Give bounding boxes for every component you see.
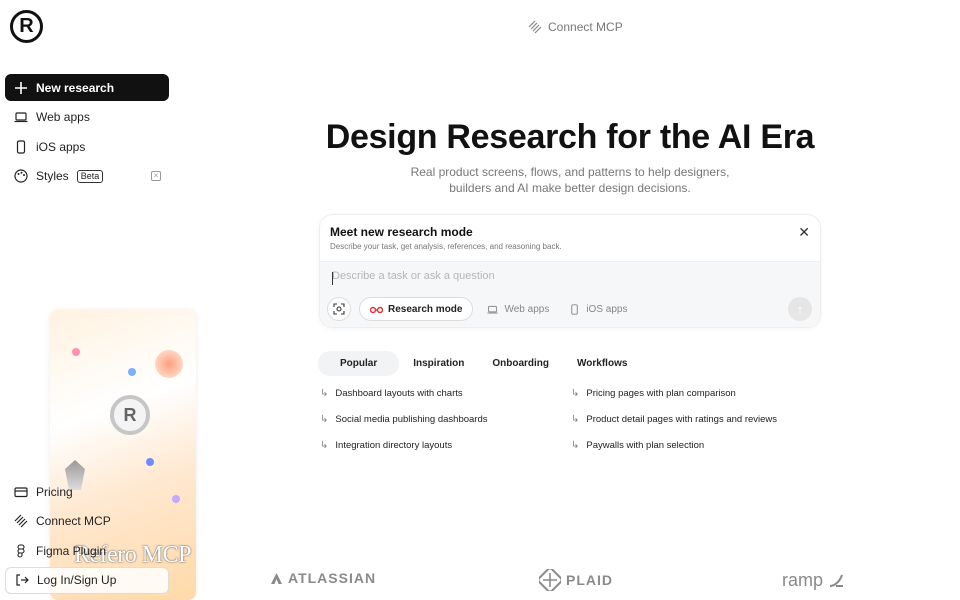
return-arrow-icon: ↳ [320, 388, 329, 399]
palette-icon [14, 169, 28, 183]
mcp-icon [528, 20, 542, 34]
decorative-blob [155, 350, 183, 378]
suggestion-item[interactable]: ↳ Dashboard layouts with charts [320, 388, 463, 399]
sidebar-item-label: Pricing [36, 484, 73, 499]
subtitle-line: builders and AI make better design decis… [449, 181, 691, 195]
brand-name: ramp [782, 570, 824, 590]
atlassian-icon [271, 572, 282, 584]
suggestion-label: Social media publishing dashboards [335, 414, 488, 425]
suggestion-tabs: Popular Inspiration Onboarding Workflows [318, 351, 641, 376]
ios-apps-chip[interactable]: iOS apps [563, 304, 633, 315]
sidebar-item-label: Log In/Sign Up [37, 573, 117, 587]
page-subtitle: Real product screens, flows, and pattern… [400, 164, 740, 196]
suggestion-item[interactable]: ↳ Pricing pages with plan comparison [571, 388, 736, 399]
sidebar-item-pricing[interactable]: Pricing [5, 478, 169, 505]
tab-onboarding[interactable]: Onboarding [478, 351, 563, 376]
login-icon [16, 574, 29, 586]
tab-workflows[interactable]: Workflows [563, 351, 641, 376]
card-icon [14, 486, 28, 497]
laptop-icon [14, 112, 28, 123]
chip-label: Web apps [504, 303, 550, 315]
decorative-dot [72, 348, 80, 356]
card-title: Meet new research mode [330, 225, 473, 239]
return-arrow-icon: ↳ [320, 414, 329, 425]
logo-glyph: R [19, 15, 34, 37]
top-connect-mcp-link[interactable]: Connect MCP [528, 20, 623, 34]
ramp-logo: ramp [782, 570, 844, 591]
card-description: Describe your task, get analysis, refere… [330, 242, 562, 251]
sidebar-item-figma-plugin[interactable]: Figma Plugin [5, 537, 169, 564]
return-arrow-icon: ↳ [571, 414, 580, 425]
web-apps-chip[interactable]: Web apps [481, 304, 555, 315]
sidebar-item-label: Figma Plugin [36, 543, 107, 558]
suggestion-label: Paywalls with plan selection [586, 440, 705, 451]
suggestion-label: Dashboard layouts with charts [335, 388, 463, 399]
phone-icon [571, 303, 579, 315]
atlassian-logo: ATLASSIAN [270, 570, 376, 586]
suggestion-item[interactable]: ↳ Product detail pages with ratings and r… [571, 414, 777, 425]
sidebar-item-web-apps[interactable]: Web apps [5, 104, 169, 131]
arrow-up-icon: ↑ [796, 301, 804, 317]
new-research-button[interactable]: New research [5, 74, 169, 101]
scan-button[interactable] [327, 297, 351, 321]
new-research-label: New research [36, 80, 115, 95]
suggestion-item[interactable]: ↳ Social media publishing dashboards [320, 414, 488, 425]
brand-name: ATLASSIAN [288, 570, 377, 586]
connect-mcp-label: Connect MCP [548, 20, 623, 34]
prompt-input[interactable] [332, 270, 802, 282]
binoculars-icon [370, 306, 383, 314]
decorative-dot [128, 368, 136, 376]
sidebar-bottom-nav: Pricing Connect MCP Figma Plugin Log In/… [5, 478, 169, 596]
return-arrow-icon: ↳ [320, 440, 329, 451]
subtitle-line: Real product screens, flows, and pattern… [410, 165, 730, 179]
text-caret [332, 272, 333, 285]
figma-icon [17, 543, 25, 558]
suggestion-item[interactable]: ↳ Integration directory layouts [320, 440, 452, 451]
research-mode-label: Research mode [388, 303, 463, 315]
refero-logo-icon: R [110, 395, 150, 435]
return-arrow-icon: ↳ [571, 388, 580, 399]
mcp-icon [14, 514, 28, 528]
sidebar-nav: New research Web apps iOS apps Styles Be… [5, 74, 169, 192]
scan-icon [333, 303, 345, 315]
plaid-logo: PLAID [539, 569, 613, 591]
suggestion-label: Integration directory layouts [335, 440, 453, 451]
brand-name: PLAID [566, 572, 613, 588]
send-button[interactable]: ↑ [788, 297, 812, 321]
laptop-icon [487, 305, 499, 314]
plus-icon [15, 81, 27, 94]
chip-label: iOS apps [586, 303, 628, 315]
app-logo[interactable]: R [10, 10, 43, 43]
tab-inspiration[interactable]: Inspiration [399, 351, 478, 376]
sidebar-item-connect-mcp[interactable]: Connect MCP [5, 508, 169, 535]
decorative-dot [172, 495, 180, 503]
return-arrow-icon: ↳ [571, 440, 580, 451]
beta-badge: Beta [76, 169, 104, 183]
sidebar-item-label: Web apps [36, 110, 90, 124]
suggestion-label: Product detail pages with ratings and re… [586, 414, 778, 425]
research-mode-button[interactable]: Research mode [359, 297, 474, 321]
sidebar-item-styles[interactable]: Styles Beta × [5, 163, 169, 190]
tab-popular[interactable]: Popular [318, 351, 400, 376]
login-signup-button[interactable]: Log In/Sign Up [5, 566, 169, 594]
plaid-icon [539, 569, 561, 591]
prompt-toolbar: Research mode Web apps iOS apps [327, 297, 633, 321]
sidebar-item-label: Styles [36, 169, 69, 183]
prompt-area: Research mode Web apps iOS apps ↑ [320, 261, 820, 327]
ramp-icon [829, 574, 844, 587]
sidebar-item-ios-apps[interactable]: iOS apps [5, 133, 169, 160]
phone-icon [16, 139, 26, 154]
close-icon[interactable]: ✕ [798, 224, 810, 241]
decorative-dot [146, 458, 154, 466]
sidebar-item-label: iOS apps [36, 139, 86, 154]
page-title: Design Research for the AI Era [325, 118, 815, 156]
suggestion-item[interactable]: ↳ Paywalls with plan selection [571, 440, 704, 451]
sidebar-item-label: Connect MCP [36, 514, 111, 528]
suggestion-label: Pricing pages with plan comparison [586, 388, 736, 399]
research-card: Meet new research mode Describe your tas… [319, 214, 821, 328]
collapse-sidebar-icon[interactable]: × [151, 170, 161, 181]
